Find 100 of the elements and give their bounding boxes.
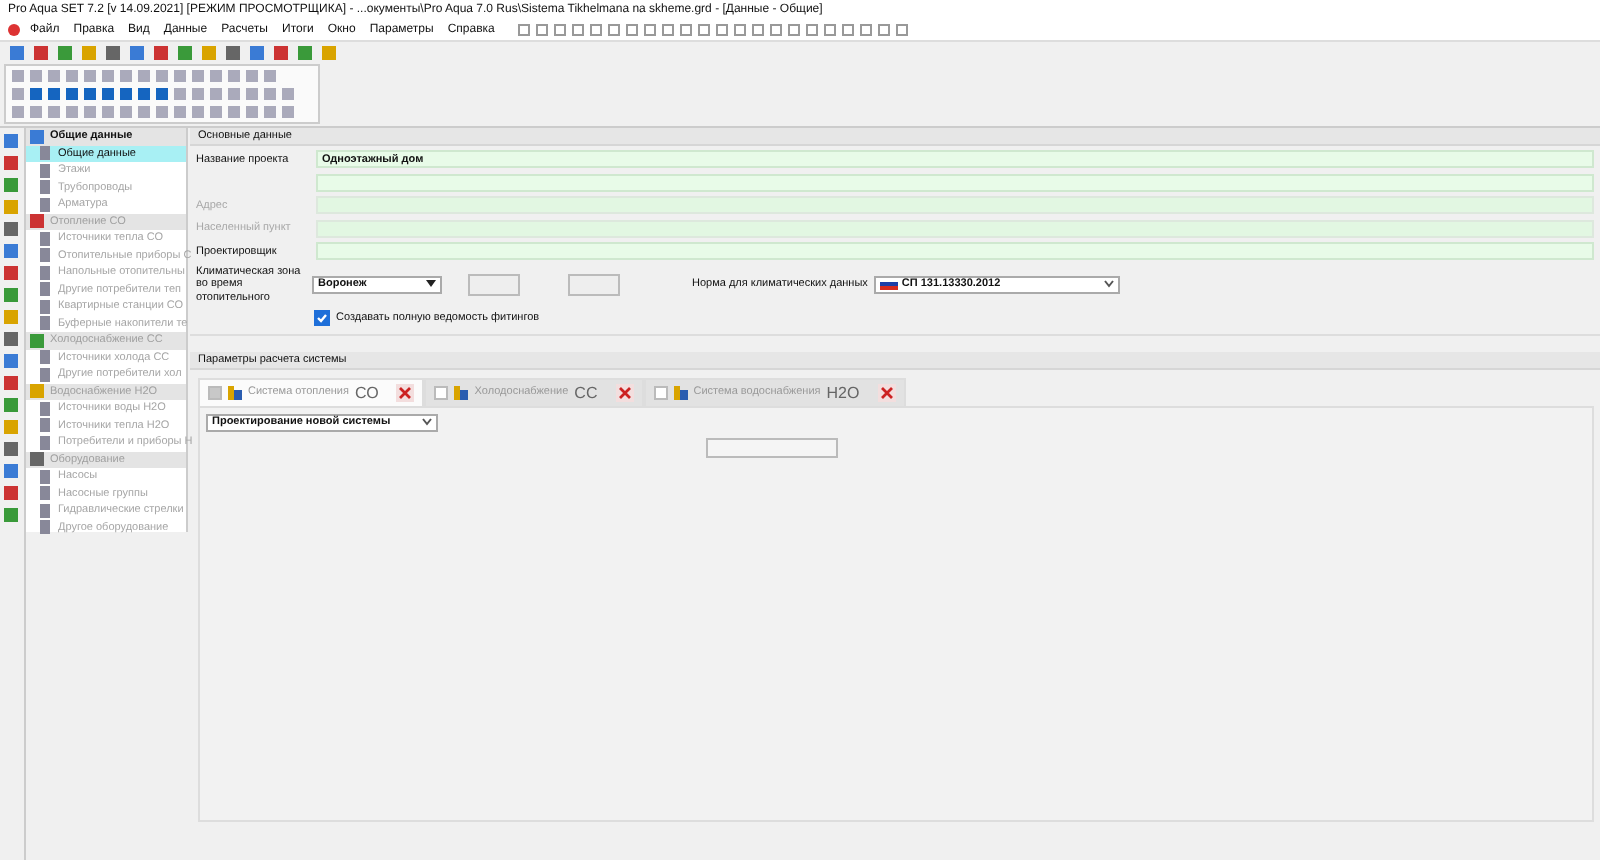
tab-code: Н2О: [826, 383, 860, 401]
group-icon: [30, 384, 44, 399]
toolbar-button[interactable]: [660, 22, 677, 38]
square-icon: [626, 24, 639, 36]
remove-button[interactable]: [615, 383, 634, 401]
toolbar-button[interactable]: [100, 86, 116, 102]
checkbox[interactable]: [208, 385, 222, 399]
toolbar-button[interactable]: [768, 22, 785, 38]
side-button[interactable]: [0, 396, 24, 414]
checkbox[interactable]: [434, 385, 449, 399]
toolbar-button[interactable]: [570, 22, 587, 38]
system-icon: [228, 385, 242, 399]
square-icon: [120, 70, 132, 82]
square-icon: [246, 106, 258, 118]
square-icon: [82, 46, 96, 60]
side-button[interactable]: [0, 154, 24, 172]
square-icon: [202, 46, 216, 60]
square-icon: [156, 70, 168, 82]
toolbar-button[interactable]: [606, 22, 623, 38]
toolbar-button[interactable]: [750, 22, 767, 38]
square-icon: [250, 46, 264, 60]
square-icon: [4, 486, 18, 500]
remove-button[interactable]: [396, 383, 415, 401]
side-button[interactable]: [0, 374, 24, 392]
toolbar-button[interactable]: [28, 86, 44, 102]
side-button[interactable]: [0, 352, 24, 370]
toolbar-button[interactable]: [56, 44, 74, 62]
side-button[interactable]: [0, 506, 24, 524]
toolbar-button[interactable]: [296, 44, 314, 62]
toolbar-button[interactable]: [516, 22, 533, 38]
side-button[interactable]: [0, 462, 24, 480]
square-icon: [192, 88, 204, 100]
toolbar-button[interactable]: [272, 44, 290, 62]
side-button[interactable]: [0, 484, 24, 502]
toolbar-button[interactable]: [118, 86, 134, 102]
toolbar-button[interactable]: [624, 22, 641, 38]
side-button[interactable]: [0, 264, 24, 282]
toolbar-button[interactable]: [128, 44, 146, 62]
toolbar-button[interactable]: [136, 86, 152, 102]
toolbar-button[interactable]: [224, 44, 242, 62]
toolbar-button[interactable]: [786, 22, 803, 38]
square-icon: [878, 24, 891, 36]
square-icon: [246, 70, 258, 82]
toolbar-button[interactable]: [8, 44, 26, 62]
toolbar-button[interactable]: [840, 22, 857, 38]
toolbar-button[interactable]: [82, 86, 98, 102]
square-icon: [154, 46, 168, 60]
side-button[interactable]: [0, 286, 24, 304]
toolbar-button[interactable]: [894, 22, 911, 38]
toolbar-button[interactable]: [104, 44, 122, 62]
toolbar-button[interactable]: [152, 44, 170, 62]
toolbar-button[interactable]: [248, 44, 266, 62]
blank-button[interactable]: [706, 437, 838, 457]
square-icon: [282, 88, 294, 100]
square-icon: [770, 24, 783, 36]
toolbar-button[interactable]: [858, 22, 875, 38]
toolbar-button[interactable]: [46, 86, 62, 102]
toolbar-button[interactable]: [696, 22, 713, 38]
square-icon: [210, 70, 222, 82]
side-button[interactable]: [0, 132, 24, 150]
square-icon: [30, 88, 42, 100]
checkbox[interactable]: [314, 309, 330, 325]
toolbar-button[interactable]: [678, 22, 695, 38]
square-icon: [4, 442, 18, 456]
toolbar-button[interactable]: [822, 22, 839, 38]
text-field[interactable]: [316, 173, 1594, 192]
square-icon: [298, 46, 312, 60]
square-icon: [84, 70, 96, 82]
square-icon: [120, 88, 132, 100]
toolbar-button[interactable]: [804, 22, 821, 38]
toolbar-button[interactable]: [876, 22, 893, 38]
toolbar-button[interactable]: [552, 22, 569, 38]
checkbox[interactable]: [653, 385, 668, 399]
square-icon: [228, 88, 240, 100]
group-icon: [30, 452, 44, 467]
side-button[interactable]: [0, 330, 24, 348]
toolbar-button[interactable]: [64, 86, 80, 102]
tab-code: СО: [354, 383, 379, 401]
toolbar-button[interactable]: [154, 86, 170, 102]
square-icon: [4, 266, 18, 280]
text-field[interactable]: [316, 242, 1594, 261]
side-button[interactable]: [0, 220, 24, 238]
square-icon: [554, 24, 567, 36]
square-icon: [264, 70, 276, 82]
side-button[interactable]: [0, 176, 24, 194]
square-icon: [58, 46, 72, 60]
square-icon: [246, 88, 258, 100]
side-button[interactable]: [0, 242, 24, 260]
toolbar-button[interactable]: [732, 22, 749, 38]
toolbar-button[interactable]: [176, 44, 194, 62]
toolbar-button[interactable]: [714, 22, 731, 38]
toolbar-button[interactable]: [588, 22, 605, 38]
remove-button[interactable]: [877, 383, 896, 401]
square-icon: [4, 508, 18, 522]
square-icon: [322, 46, 336, 60]
square-icon: [138, 70, 150, 82]
toolbar-button[interactable]: [534, 22, 551, 38]
toolbar-button[interactable]: [32, 44, 50, 62]
side-button[interactable]: [0, 440, 24, 458]
toolbar-button[interactable]: [642, 22, 659, 38]
